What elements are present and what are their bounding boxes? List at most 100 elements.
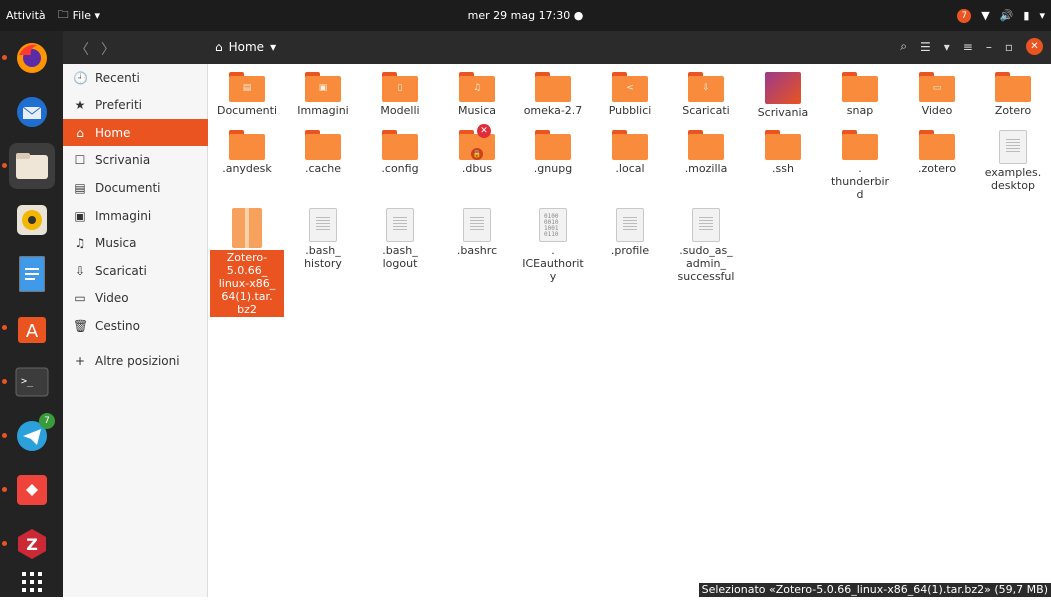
search-icon[interactable]: ⌕ (900, 39, 907, 54)
notification-badge[interactable]: 7 (957, 9, 971, 23)
sidebar-item-label: Recenti (95, 71, 140, 85)
file-item[interactable]: ▤Documenti (210, 72, 284, 117)
folder-icon (535, 72, 571, 102)
thunderbird-icon (15, 95, 49, 129)
file-item[interactable]: .config (363, 130, 437, 175)
file-item[interactable]: ♫Musica (440, 72, 514, 117)
folder-icon: ♫ (459, 72, 495, 102)
file-item[interactable]: .anydesk (210, 130, 284, 175)
file-item[interactable]: examples. desktop (976, 130, 1050, 192)
activities-button[interactable]: Attività (0, 0, 52, 31)
folder-icon: ▣ (305, 72, 341, 102)
file-item[interactable]: .cache (286, 130, 360, 175)
back-button[interactable]: 〈 (75, 39, 89, 59)
folder-icon (765, 130, 801, 160)
sidebar-item-musica[interactable]: ♫Musica (63, 229, 208, 256)
file-item[interactable]: .mozilla (669, 130, 743, 175)
dock-terminal[interactable]: >_ (9, 359, 55, 405)
dock-anydesk[interactable] (9, 467, 55, 513)
svg-text:>_: >_ (21, 376, 34, 387)
folder-icon: ▯ (382, 72, 418, 102)
folder-icon (612, 130, 648, 160)
app-menu[interactable]: 🗀 File ▾ (52, 0, 106, 31)
file-item[interactable]: ▭Video (900, 72, 974, 117)
file-name: .bashrc (440, 244, 514, 257)
minimize-icon[interactable]: – (986, 40, 992, 54)
text-file-icon (386, 208, 414, 242)
file-name: Pubblici (593, 104, 667, 117)
file-item[interactable]: . thunderbir d (823, 130, 897, 201)
desktop-folder-icon (765, 72, 801, 104)
video-icon: ▭ (73, 291, 87, 305)
image-icon: ▣ (73, 209, 87, 223)
sidebar-item-home[interactable]: ⌂Home (63, 119, 208, 146)
file-item[interactable]: omeka-2.7 (516, 72, 590, 117)
volume-icon[interactable]: 🔊 (1000, 9, 1014, 22)
trash-icon: 🗑 (73, 319, 87, 333)
file-name: .config (363, 162, 437, 175)
sidebar-item-recenti[interactable]: 🕘Recenti (63, 64, 208, 91)
file-item[interactable]: 0100001010010110. ICEauthorit y (516, 208, 590, 283)
sidebar-item-altre-posizioni[interactable]: +Altre posizioni (63, 347, 208, 374)
close-icon[interactable]: ✕ (1026, 38, 1043, 55)
text-file-icon (463, 208, 491, 242)
file-name: .dbus (440, 162, 514, 175)
file-item[interactable]: .profile (593, 208, 667, 257)
dock-telegram[interactable]: 7 (9, 413, 55, 459)
path-bar-home[interactable]: ⌂ Home ▾ (215, 40, 276, 54)
sidebar-item-cestino[interactable]: 🗑Cestino (63, 312, 208, 339)
list-view-icon[interactable]: ☰ (920, 40, 931, 54)
file-item[interactable]: .sudo_as_ admin_ successful (669, 208, 743, 283)
file-item[interactable]: ✕🔒.dbus (440, 130, 514, 175)
file-item[interactable]: .zotero (900, 130, 974, 175)
file-item[interactable]: < Pubblici (593, 72, 667, 117)
sidebar-item-label: Scaricati (95, 264, 147, 278)
dock-thunderbird[interactable] (9, 89, 55, 135)
file-name: .zotero (900, 162, 974, 175)
show-applications-button[interactable] (9, 559, 55, 605)
system-menu-chevron-icon[interactable]: ▾ (1039, 9, 1045, 22)
svg-text:A: A (26, 321, 39, 342)
file-name: .bash_ logout (363, 244, 437, 270)
sidebar-item-video[interactable]: ▭Video (63, 284, 208, 311)
file-item[interactable]: .ssh (746, 130, 820, 175)
dock-firefox[interactable] (9, 35, 55, 81)
archive-icon (232, 208, 262, 248)
dock-software[interactable]: A (9, 305, 55, 351)
file-item[interactable]: Scrivania (746, 72, 820, 119)
writer-icon (17, 256, 47, 292)
folder-icon: < (612, 72, 648, 102)
file-item[interactable]: .local (593, 130, 667, 175)
sidebar-item-preferiti[interactable]: ★Preferiti (63, 91, 208, 118)
menu-icon[interactable]: ≡ (963, 40, 973, 54)
anydesk-icon (15, 473, 49, 507)
clock[interactable]: mer 29 mag 17:30 ● (462, 0, 590, 31)
dock-libreoffice-writer[interactable] (9, 251, 55, 297)
file-item[interactable]: ▣Immagini (286, 72, 360, 117)
sidebar-item-immagini[interactable]: ▣ Immagini (63, 202, 208, 229)
network-icon[interactable]: ▼ (981, 9, 989, 22)
file-item[interactable]: ▯Modelli (363, 72, 437, 117)
dock-rhythmbox[interactable] (9, 197, 55, 243)
forward-button[interactable]: 〉 (101, 39, 115, 59)
sidebar-item-scaricati[interactable]: ⇩Scaricati (63, 257, 208, 284)
file-item[interactable]: ⇩Scaricati (669, 72, 743, 117)
file-item[interactable]: Zotero- 5.0.66_ linux-x86_ 64(1).tar. bz… (210, 208, 284, 317)
battery-icon[interactable]: ▮ (1023, 9, 1029, 22)
view-options-chevron-icon[interactable]: ▾ (944, 40, 950, 54)
window-header: 〈 〉 ⌂ Home ▾ ⌕ ☰ ▾ ≡ – ▫ ✕ (63, 31, 1051, 64)
file-item[interactable]: .bash_ history (286, 208, 360, 270)
maximize-icon[interactable]: ▫ (1005, 40, 1013, 54)
sidebar-item-documenti[interactable]: ▤Documenti (63, 174, 208, 201)
file-item[interactable]: .bashrc (440, 208, 514, 257)
file-item[interactable]: .bash_ logout (363, 208, 437, 270)
sidebar-item-scrivania[interactable]: ☐Scrivania (63, 146, 208, 173)
dock-files[interactable] (9, 143, 55, 189)
folder-icon (995, 72, 1031, 102)
file-name: .anydesk (210, 162, 284, 175)
file-name: . thunderbir d (823, 162, 897, 201)
sidebar-item-label: Immagini (95, 209, 151, 223)
file-item[interactable]: snap (823, 72, 897, 117)
file-item[interactable]: Zotero (976, 72, 1050, 117)
file-item[interactable]: .gnupg (516, 130, 590, 175)
